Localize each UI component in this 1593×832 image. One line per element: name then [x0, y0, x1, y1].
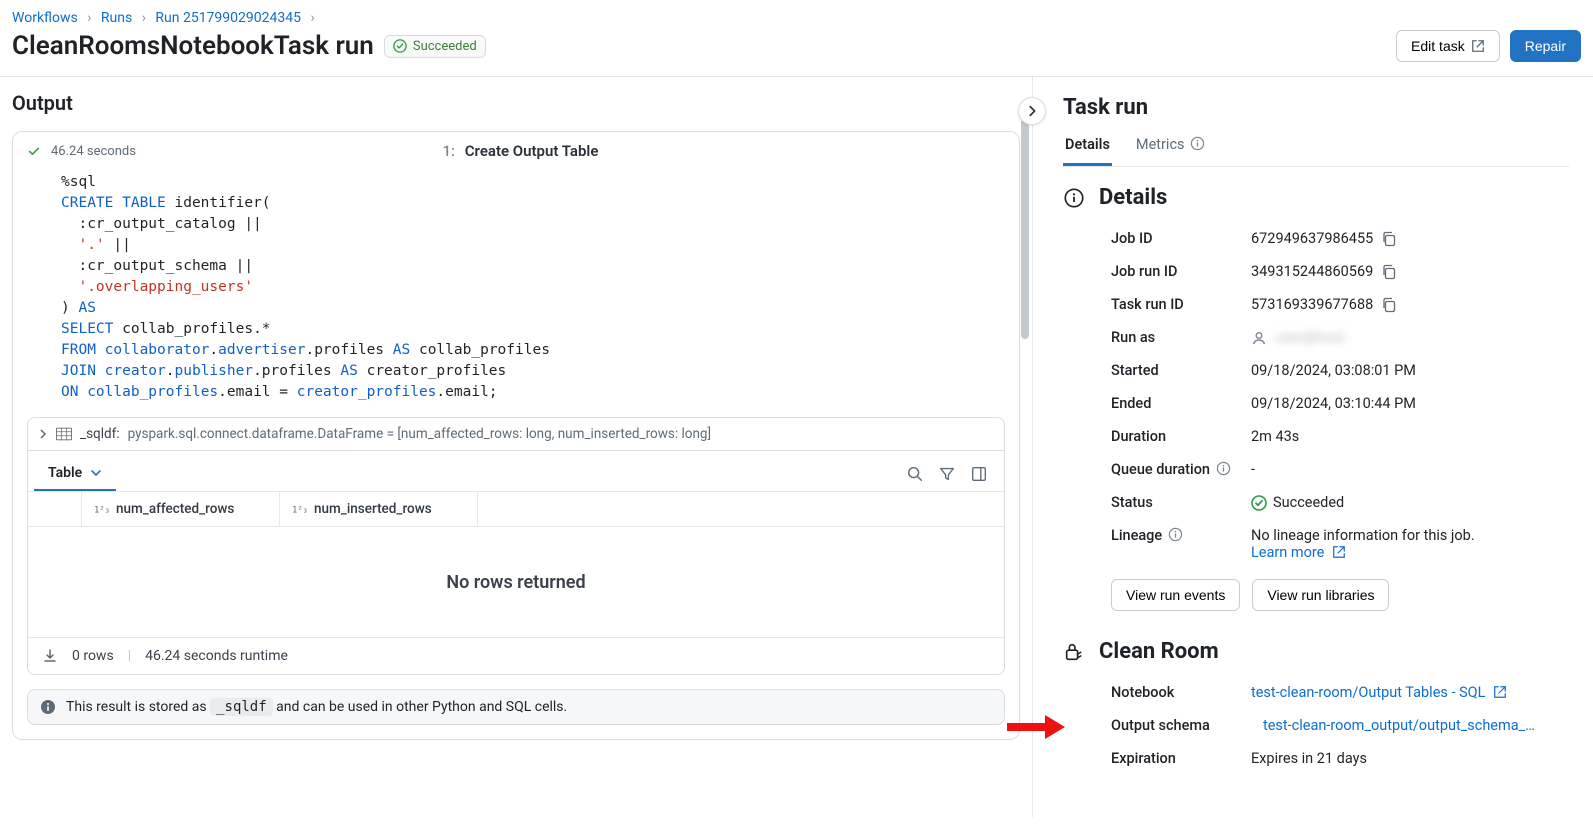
tab-details[interactable]: Details — [1063, 130, 1112, 166]
breadcrumb-item[interactable]: Runs — [101, 10, 132, 26]
info-icon[interactable] — [1168, 527, 1183, 542]
view-run-libraries-button[interactable]: View run libraries — [1252, 579, 1389, 611]
repair-button[interactable]: Repair — [1510, 30, 1581, 62]
info-icon — [40, 699, 56, 715]
check-icon — [27, 144, 41, 158]
table-column-header[interactable]: 1²₃ num_affected_rows — [82, 492, 280, 526]
download-icon[interactable] — [42, 648, 58, 664]
cleanroom-section-head: Clean Room — [1063, 639, 1569, 664]
output-schema-link[interactable]: test-clean-room_output/output_schema_… — [1263, 717, 1535, 734]
chevron-right-icon: › — [87, 10, 91, 26]
table-footer: 0 rows | 46.24 seconds runtime — [28, 637, 1004, 674]
task-run-tabs: Details Metrics — [1063, 130, 1569, 167]
external-link-icon — [1471, 39, 1485, 53]
table-header-row: 1²₃ num_affected_rows 1²₃ num_inserted_r… — [28, 492, 1004, 527]
external-link-icon — [1332, 545, 1346, 559]
task-run-title: Task run — [1063, 95, 1569, 120]
table-empty-state: No rows returned — [28, 527, 1004, 637]
collapse-sidebar-button[interactable] — [1018, 97, 1046, 125]
annotation-arrow-icon — [1005, 713, 1065, 741]
task-run-panel: Task run Details Metrics Details Job ID … — [1033, 77, 1593, 817]
output-pane: Output 46.24 seconds 1: Create Output Ta… — [0, 77, 1033, 817]
filter-icon[interactable] — [938, 465, 956, 483]
tab-table[interactable]: Table — [34, 457, 116, 491]
details-section-head: Details — [1063, 185, 1569, 210]
caret-right-icon — [38, 429, 48, 439]
copy-icon[interactable] — [1381, 264, 1397, 280]
user-icon — [1251, 330, 1267, 346]
table-column-header[interactable]: 1²₃ num_inserted_rows — [280, 492, 478, 526]
info-icon[interactable] — [1216, 461, 1231, 476]
chevron-down-icon — [90, 467, 102, 479]
sqldf-info: This result is stored as _sqldf and can … — [27, 689, 1005, 725]
details-list: Job ID 672949637986455 Job run ID 349315… — [1111, 222, 1569, 569]
result-table: Table 1²₃ num_affected_rows — [27, 450, 1005, 675]
scrollbar-track[interactable] — [1021, 119, 1029, 797]
svg-text:1²₃: 1²₃ — [292, 506, 308, 516]
svg-text:1²₃: 1²₃ — [94, 506, 110, 516]
code-block: %sql CREATE TABLE identifier( :cr_output… — [13, 164, 1019, 417]
external-link-icon — [1493, 685, 1507, 699]
page-header: CleanRoomsNotebookTask run Succeeded Edi… — [0, 30, 1593, 77]
panel-icon[interactable] — [970, 465, 988, 483]
status-badge: Succeeded — [384, 35, 486, 58]
result-schema-bar[interactable]: _sqldf: pyspark.sql.connect.dataframe.Da… — [27, 417, 1005, 450]
info-outline-icon — [1063, 187, 1085, 209]
check-circle-icon — [393, 39, 407, 53]
check-circle-icon — [1251, 495, 1267, 511]
chevron-right-icon — [1025, 104, 1039, 118]
cell-duration: 46.24 seconds — [51, 144, 136, 159]
notebook-cell: 46.24 seconds 1: Create Output Table %sq… — [12, 131, 1020, 740]
output-heading: Output — [12, 91, 1020, 115]
page-title: CleanRoomsNotebookTask run — [12, 31, 374, 61]
chevron-right-icon: › — [310, 10, 314, 26]
breadcrumb-item[interactable]: Run 251799029024345 — [155, 10, 301, 26]
cleanroom-list: Notebook test-clean-room/Output Tables -… — [1111, 676, 1569, 775]
lock-share-icon — [1063, 641, 1085, 663]
view-run-events-button[interactable]: View run events — [1111, 579, 1240, 611]
breadcrumb-item[interactable]: Workflows — [12, 10, 78, 26]
search-icon[interactable] — [906, 465, 924, 483]
chevron-right-icon: › — [142, 10, 146, 26]
grid-icon — [56, 427, 72, 441]
info-icon — [1190, 136, 1205, 151]
copy-icon[interactable] — [1381, 231, 1397, 247]
learn-more-link[interactable]: Learn more — [1251, 544, 1346, 561]
cell-title: 1: Create Output Table — [136, 142, 905, 160]
scrollbar-thumb[interactable] — [1021, 119, 1029, 339]
tab-metrics[interactable]: Metrics — [1134, 130, 1207, 166]
numeric-type-icon: 1²₃ — [94, 502, 110, 516]
copy-icon[interactable] — [1381, 297, 1397, 313]
notebook-link[interactable]: test-clean-room/Output Tables - SQL — [1251, 684, 1507, 701]
breadcrumb: Workflows › Runs › Run 251799029024345 › — [0, 0, 1593, 30]
edit-task-button[interactable]: Edit task — [1396, 30, 1500, 62]
numeric-type-icon: 1²₃ — [292, 502, 308, 516]
